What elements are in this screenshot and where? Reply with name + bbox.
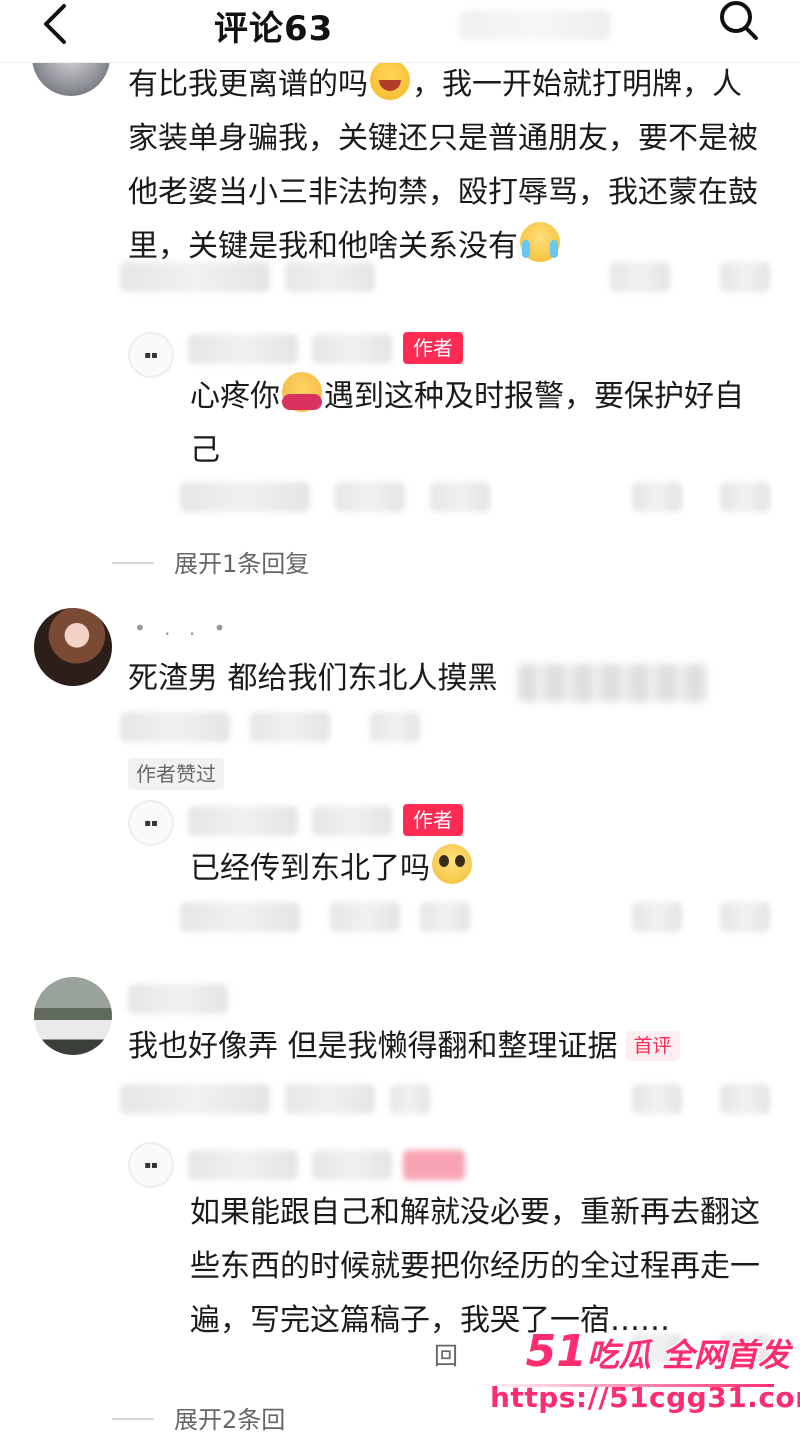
- hugging-emoji-icon: [282, 372, 322, 412]
- blurred-username: [188, 334, 298, 364]
- blurred-dislike-icon[interactable]: [720, 482, 770, 512]
- comments-title: 评论63: [214, 9, 334, 49]
- watermark-decoration: [474, 1384, 774, 1387]
- expand-replies[interactable]: 展开1条回复: [112, 544, 309, 579]
- watermark: 51吃瓜 全网首发 https://51cgg31.com: [474, 1326, 800, 1444]
- reply-text: 已经传到东北了吗: [190, 842, 770, 896]
- blurred-username: [128, 984, 228, 1014]
- reply-text-part: 心疼你: [190, 379, 280, 414]
- comment-text-part: 有比我更离谱的吗: [128, 67, 368, 102]
- blurred-meta: [285, 1084, 375, 1114]
- blurred-meta: [250, 712, 330, 742]
- blurred-username: [312, 1150, 392, 1180]
- divider: [112, 1418, 154, 1420]
- blurred-header-content: [460, 10, 610, 40]
- blurred-username: [188, 806, 298, 836]
- avatar[interactable]: ▪▪: [128, 800, 174, 846]
- expand-replies[interactable]: 展开2条回: [112, 1400, 285, 1435]
- expand-replies-label: 展开2条回: [174, 1406, 286, 1434]
- blurred-meta: [180, 482, 310, 512]
- crying-emoji-icon: [520, 222, 560, 262]
- blurred-meta: [370, 712, 420, 742]
- username[interactable]: • . . •: [134, 616, 231, 640]
- blurred-dislike-icon[interactable]: [720, 1084, 770, 1114]
- reply-text: 如果能跟自己和解就没必要，重新再去翻这些东西的时候就要把你经历的全过程再走一遍，…: [190, 1195, 760, 1338]
- avatar[interactable]: ▪▪: [128, 1142, 174, 1188]
- watermark-brand-number: 51: [525, 1326, 587, 1377]
- blurred-like-icon[interactable]: [632, 482, 682, 512]
- author-liked-badge: 作者赞过: [128, 758, 224, 790]
- blurred-meta: [180, 902, 300, 932]
- watermark-brand-text: 吃瓜 全网首发: [586, 1336, 790, 1374]
- avatar[interactable]: [34, 977, 112, 1055]
- reply-button[interactable]: 回: [434, 1336, 458, 1371]
- top-bar: 评论63: [0, 0, 800, 63]
- comment-text: 我也好像弄 但是我懒得翻和整理证据 首评: [128, 1020, 768, 1074]
- blurred-username: [188, 1150, 298, 1180]
- blurred-meta: [335, 482, 405, 512]
- search-icon[interactable]: [712, 0, 766, 46]
- blurred-like-icon[interactable]: [632, 1084, 682, 1114]
- comment-text-part: 我也好像弄 但是我懒得翻和整理证据: [128, 1029, 618, 1064]
- blurred-author-badge: [403, 1150, 465, 1180]
- blurred-dislike-icon[interactable]: [720, 262, 770, 292]
- blurred-meta: [430, 482, 490, 512]
- blurred-text: [518, 664, 708, 702]
- reply-text-part: 已经传到东北了吗: [190, 851, 430, 886]
- blurred-meta: [120, 1084, 270, 1114]
- pleading-emoji-icon: [432, 844, 472, 884]
- blurred-dislike-icon[interactable]: [720, 902, 770, 932]
- blurred-username: [312, 334, 392, 364]
- blurred-like-icon[interactable]: [610, 262, 670, 292]
- back-arrow-icon[interactable]: [36, 2, 76, 46]
- author-badge: 作者: [403, 804, 463, 836]
- expand-replies-label: 展开1条回复: [174, 550, 310, 578]
- blurred-like-icon[interactable]: [632, 902, 682, 932]
- divider: [112, 562, 154, 564]
- author-badge: 作者: [403, 332, 463, 364]
- reply-text: 心疼你 遇到这种及时报警，要保护好自己: [190, 370, 770, 478]
- blurred-meta: [120, 262, 270, 292]
- comment-text: 有比我更离谱的吗 ，我一开始就打明牌，人家装单身骗我，关键还只是普通朋友，要不是被…: [128, 58, 768, 274]
- blurred-meta: [120, 712, 230, 742]
- blurred-username: [312, 806, 392, 836]
- avatar[interactable]: [34, 608, 112, 686]
- avatar[interactable]: ▪▪: [128, 332, 174, 378]
- watermark-brand: 51吃瓜 全网首发: [490, 1326, 790, 1377]
- laughing-crying-emoji-icon: [370, 60, 410, 100]
- blurred-meta: [285, 262, 375, 292]
- blurred-meta: [390, 1084, 430, 1114]
- blurred-meta: [330, 902, 400, 932]
- blurred-meta: [420, 902, 470, 932]
- first-comment-badge: 首评: [625, 1031, 680, 1061]
